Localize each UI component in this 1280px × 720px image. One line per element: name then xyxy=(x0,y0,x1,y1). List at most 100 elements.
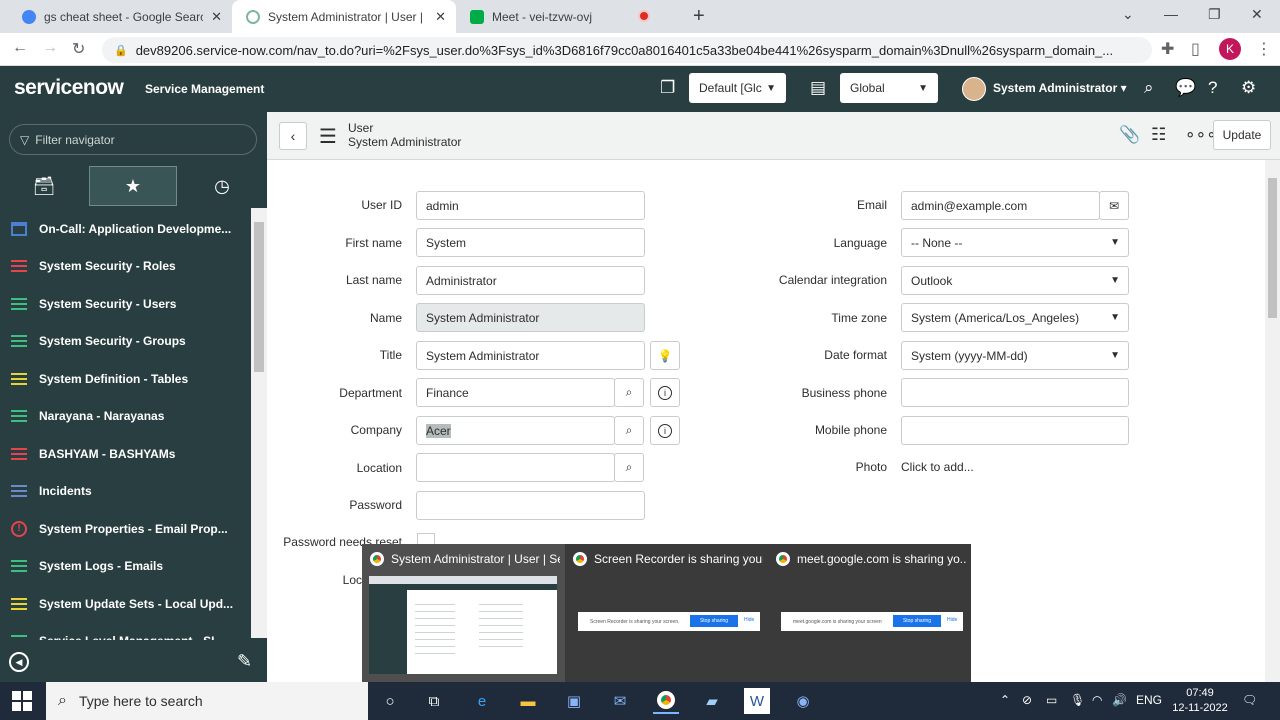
edge-icon[interactable]: e xyxy=(469,688,495,714)
preview-screen-recorder[interactable]: Screen Recorder is sharing your... Scree… xyxy=(565,544,768,682)
password-input[interactable] xyxy=(416,491,645,520)
navigator-scrollbar[interactable] xyxy=(251,208,267,638)
notifications-icon[interactable]: 🗨 xyxy=(1242,693,1257,707)
battery-icon[interactable]: ▭ xyxy=(1046,693,1057,707)
user-avatar[interactable] xyxy=(962,77,986,101)
tab-favorites[interactable]: ★ xyxy=(89,166,177,206)
tab-all-apps[interactable]: 🗃 xyxy=(0,166,88,206)
sidebar-item[interactable]: ! System Properties - Email Prop... xyxy=(0,510,250,547)
sidebar-item[interactable]: BASHYAM - BASHYAMs xyxy=(0,435,250,472)
close-icon[interactable]: ✕ xyxy=(211,9,222,25)
first-name-input[interactable]: System xyxy=(416,228,645,257)
sidebar-item[interactable]: On-Call: Application Developme... xyxy=(0,210,250,247)
servicenow-logo[interactable]: servicenow xyxy=(14,76,124,100)
sidebar-item[interactable]: System Security - Groups xyxy=(0,323,250,360)
calendar-integration-select[interactable]: Outlook ▼ xyxy=(901,266,1129,295)
scope-select[interactable]: Global ▼ xyxy=(840,73,938,103)
scrollbar-thumb[interactable] xyxy=(254,222,264,372)
sidebar-item[interactable]: System Security - Users xyxy=(0,285,250,322)
sidebar-item[interactable]: System Definition - Tables xyxy=(0,360,250,397)
tab-servicenow[interactable]: System Administrator | User | Se ✕ xyxy=(232,0,456,33)
back-button[interactable]: ‹ xyxy=(279,122,307,150)
minimize-icon[interactable]: — xyxy=(1164,6,1178,22)
preview-meet-sharing[interactable]: meet.google.com is sharing yo... meet.go… xyxy=(768,544,971,682)
user-menu[interactable]: System Administrator ▾ xyxy=(993,81,1127,95)
domain-select[interactable]: Default [Glc ▼ xyxy=(689,73,786,103)
time-zone-select[interactable]: System (America/Los_Angeles) ▼ xyxy=(901,303,1129,332)
email-input[interactable]: admin@example.com xyxy=(901,191,1100,220)
collapse-navigator-icon[interactable]: ◀ xyxy=(9,652,29,672)
profile-avatar[interactable]: K xyxy=(1219,38,1241,60)
help-icon[interactable]: ? xyxy=(1208,78,1217,98)
sidebar-item[interactable]: System Logs - Emails xyxy=(0,548,250,585)
menu-icon[interactable]: ⋮ xyxy=(1256,39,1272,59)
task-view-icon[interactable]: ⧉ xyxy=(421,688,447,714)
taskbar-search-box[interactable]: ⌕ Type here to search xyxy=(46,682,368,720)
sidepanel-icon[interactable]: ▯ xyxy=(1191,39,1200,59)
context-menu-icon[interactable]: ☰ xyxy=(319,124,337,149)
gear-icon[interactable]: ⚙ xyxy=(1241,78,1256,98)
time-zone-label: Time zone xyxy=(831,311,887,325)
user-id-input[interactable]: admin xyxy=(416,191,645,220)
store-icon[interactable]: ▣ xyxy=(561,688,587,714)
location-input[interactable] xyxy=(416,453,615,482)
date-format-select[interactable]: System (yyyy-MM-dd) ▼ xyxy=(901,341,1129,370)
tab-history[interactable]: ◷ xyxy=(178,166,266,206)
chevron-down-icon: ▼ xyxy=(1110,350,1120,361)
business-phone-input[interactable] xyxy=(901,378,1129,407)
filter-navigator-input[interactable]: ▽ Filter navigator xyxy=(9,124,257,155)
reload-icon[interactable]: ↻ xyxy=(72,39,85,59)
language-select[interactable]: -- None -- ▼ xyxy=(901,228,1129,257)
mobile-phone-input[interactable] xyxy=(901,416,1129,445)
mail-icon[interactable]: ✉ xyxy=(607,688,633,714)
sidebar-item[interactable]: Service Level Management - SL... xyxy=(0,623,250,640)
tab-search-icon[interactable]: ⌄ xyxy=(1122,6,1134,23)
extensions-icon[interactable]: ✚ xyxy=(1161,39,1174,59)
chat-icon[interactable]: 💬 xyxy=(1175,78,1196,98)
sidebar-item[interactable]: System Update Sets - Local Upd... xyxy=(0,585,250,622)
chrome-icon[interactable] xyxy=(653,688,679,714)
cortana-icon[interactable]: ○ xyxy=(377,688,403,714)
edit-favorites-icon[interactable]: ✎ xyxy=(237,651,252,672)
tab-meet[interactable]: Meet - vei-tzvw-ovj xyxy=(456,0,666,33)
search-icon[interactable]: ⌕ xyxy=(1144,78,1154,98)
title-input[interactable]: System Administrator xyxy=(416,341,645,370)
new-tab-button[interactable]: + xyxy=(693,5,705,28)
word-icon[interactable]: W xyxy=(744,688,770,714)
preview-servicenow-window[interactable]: System Administrator | User | Se... xyxy=(362,544,565,682)
company-input[interactable]: Acer xyxy=(416,416,615,445)
close-icon[interactable]: ✕ xyxy=(435,9,446,25)
taskbar-clock[interactable]: 07:49 12-11-2022 xyxy=(1170,686,1230,716)
file-explorer-icon[interactable]: ▬ xyxy=(515,688,541,714)
scrollbar-thumb[interactable] xyxy=(1268,178,1277,318)
tab-google-search[interactable]: gs cheat sheet - Google Search ✕ xyxy=(8,0,232,33)
back-icon[interactable]: ← xyxy=(12,39,28,57)
sidebar-item[interactable]: Narayana - Narayanas xyxy=(0,398,250,435)
form-scrollbar[interactable] xyxy=(1265,160,1280,682)
company-lookup-button[interactable]: ⌕ xyxy=(614,416,644,445)
screen-recorder-icon[interactable]: ◉ xyxy=(790,688,816,714)
sidebar-item[interactable]: System Security - Roles xyxy=(0,248,250,285)
send-email-button[interactable]: ✉ xyxy=(1099,191,1129,220)
sidebar-item[interactable]: Incidents xyxy=(0,473,250,510)
window-close-icon[interactable]: ✕ xyxy=(1251,6,1263,23)
location-lookup-button[interactable]: ⌕ xyxy=(614,453,644,482)
photo-add-link[interactable]: Click to add... xyxy=(901,460,974,474)
windows-start-button[interactable] xyxy=(12,691,32,711)
attachment-icon[interactable]: 📎 xyxy=(1119,125,1140,145)
address-bar[interactable]: 🔒 dev89206.service-now.com/nav_to.do?uri… xyxy=(102,37,1152,63)
department-input[interactable]: Finance xyxy=(416,378,615,407)
personalize-icon[interactable]: ☷ xyxy=(1151,125,1166,145)
microphone-icon[interactable]: 🎙 xyxy=(1070,693,1085,707)
tray-overflow-icon[interactable]: ⌃ xyxy=(1000,693,1010,707)
input-language[interactable]: ENG xyxy=(1136,693,1162,707)
restore-icon[interactable]: ❐ xyxy=(1208,6,1221,23)
notepad-icon[interactable]: ▰ xyxy=(699,688,725,714)
department-lookup-button[interactable]: ⌕ xyxy=(614,378,644,407)
update-button[interactable]: Update xyxy=(1213,120,1271,150)
network-status-icon[interactable]: ⊘ xyxy=(1022,693,1032,707)
volume-icon[interactable]: 🔊 xyxy=(1112,693,1127,707)
wifi-icon[interactable]: ◠ xyxy=(1092,693,1102,707)
last-name-input[interactable]: Administrator xyxy=(416,266,645,295)
forward-icon[interactable]: → xyxy=(42,39,58,57)
